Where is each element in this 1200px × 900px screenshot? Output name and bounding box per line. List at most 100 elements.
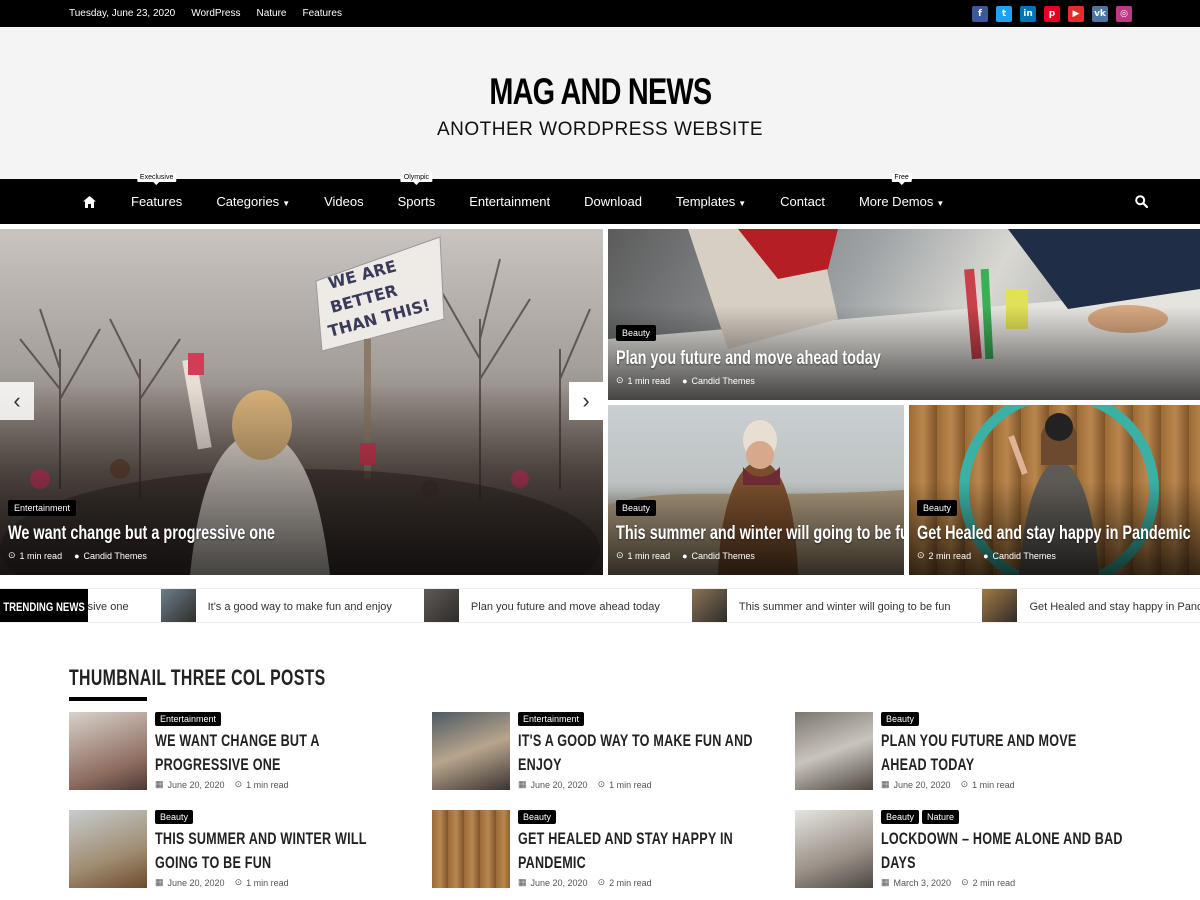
nav-item-label: Categories [216,194,280,209]
author-name[interactable]: Candid Themes [692,376,755,386]
nav-item-contact[interactable]: Contact [780,194,825,209]
category-tag[interactable]: Beauty [616,325,657,341]
pinterest-icon[interactable]: p [1044,6,1060,22]
post-thumbnail[interactable] [432,712,510,790]
twitter-icon[interactable]: t [996,6,1012,22]
nav-item-label: Features [131,194,183,209]
post-thumbnail[interactable] [432,810,510,888]
hero-slide-main[interactable]: WE ARE BETTER THAN THIS! Entertainment W… [0,229,603,575]
nav-item-features[interactable]: Features Execlusive [131,173,183,209]
post-thumbnail[interactable] [69,712,147,790]
top-link-nature[interactable]: Nature [256,8,286,19]
card-title[interactable]: Get Healed and stay happy in Pandemic [917,523,1191,545]
post-item: Entertainment WE WANT CHANGE BUT A PROGRE… [69,712,409,790]
section-underline [69,697,147,701]
post-item: Entertainment IT'S A GOOD WAY TO MAKE FUN… [432,712,772,790]
calendar-icon: ▦ [155,779,164,789]
home-icon[interactable] [83,195,97,208]
ticker-item[interactable]: It's a good way to make fun and enjoy [160,589,424,622]
chevron-right-icon: › [582,388,590,413]
ticker-thumbnail[interactable] [423,589,459,622]
post-title[interactable]: LOCKDOWN – HOME ALONE AND BAD DAYS [881,827,1125,875]
user-icon: ● [983,550,989,561]
hero-card-bottom-right[interactable]: Beauty Get Healed and stay happy in Pand… [909,405,1200,575]
category-tag[interactable]: Beauty [881,810,920,824]
site-title[interactable]: MAG AND NEWS [489,71,712,113]
user-icon: ● [682,375,688,386]
ticker-item-title: Get Healed and stay happy in Pandemic [1029,600,1200,613]
category-tag[interactable]: Beauty [616,500,657,516]
author-name[interactable]: Candid Themes [993,551,1056,561]
post-thumbnail[interactable] [69,810,147,888]
nav-badge: Free [891,173,912,185]
trending-news-label: TRENDING NEWS [0,589,88,622]
calendar-icon: ▦ [881,877,890,887]
category-tag[interactable]: Beauty [518,810,557,824]
slider-next-button[interactable]: › [569,382,603,420]
post-title[interactable]: GET HEALED AND STAY HAPPY IN PANDEMIC [518,827,762,875]
caret-down-icon: ▼ [738,199,747,208]
linkedin-icon[interactable]: in [1020,6,1036,22]
nav-item-entertainment[interactable]: Entertainment [469,194,550,209]
nav-item-templates[interactable]: Templates ▼ [676,194,746,209]
search-icon[interactable] [1135,195,1149,213]
top-link-wordpress[interactable]: WordPress [191,8,240,19]
nav-badge: Execlusive [136,173,177,185]
nav-item-label: More Demos [858,194,934,209]
post-thumbnail[interactable] [795,712,873,790]
clock-icon: ⊙ [234,779,243,789]
category-tag[interactable]: Beauty [881,712,920,726]
nav-item-sports[interactable]: Sports Olympic [397,173,436,209]
slide-title[interactable]: We want change but a progressive one [8,523,454,545]
category-tag[interactable]: Entertainment [155,712,222,726]
clock-icon: ⊙ [8,550,16,560]
read-time: 2 min read [928,550,972,561]
hero-grid: WE ARE BETTER THAN THIS! Entertainment W… [0,229,1200,575]
facebook-icon[interactable]: f [972,6,988,22]
category-tag[interactable]: Entertainment [518,712,585,726]
instagram-icon[interactable]: ◎ [1116,6,1132,22]
top-link-features[interactable]: Features [302,8,341,19]
ticker-item[interactable]: Get Healed and stay happy in Pandemic [982,589,1200,622]
ticker-item[interactable]: This summer and winter will going to be … [691,589,983,622]
category-tag[interactable]: Entertainment [8,500,77,516]
category-tag[interactable]: Beauty [917,500,958,516]
card-title[interactable]: Plan you future and move ahead today [616,348,1054,370]
clock-icon: ⊙ [960,779,969,789]
youtube-icon[interactable]: ▶ [1068,6,1084,22]
calendar-icon: ▦ [518,877,527,887]
author-name[interactable]: Candid Themes [692,551,755,561]
post-date: June 20, 2020 [530,877,588,888]
nav-item-categories[interactable]: Categories ▼ [216,194,290,209]
ticker-item[interactable]: Plan you future and move ahead today [423,589,692,622]
ticker-thumbnail[interactable] [691,589,727,622]
ticker-thumbnail[interactable] [982,589,1018,622]
nav-item-label: Sports [397,194,436,209]
category-tag[interactable]: Beauty [155,810,194,824]
ticker-item-title: It's a good way to make fun and enjoy [207,600,392,613]
post-thumbnail[interactable] [795,810,873,888]
clock-icon: ⊙ [616,550,624,560]
vk-icon[interactable]: vk [1092,6,1108,22]
hero-card-bottom-left[interactable]: Beauty This summer and winter will going… [608,405,904,575]
author-name[interactable]: Candid Themes [84,551,147,561]
nav-item-videos[interactable]: Videos [324,194,364,209]
nav-item-more-demos[interactable]: More Demos ▼ Free [858,173,944,209]
ticker-thumbnail[interactable] [160,589,196,622]
post-item: Beauty GET HEALED AND STAY HAPPY IN PANDE… [432,810,772,888]
clock-icon: ⊙ [961,877,969,887]
calendar-icon: ▦ [518,779,527,789]
category-tag[interactable]: Nature [922,810,960,824]
read-time: 1 min read [246,779,289,790]
read-time: 1 min read [19,550,63,561]
post-title[interactable]: PLAN YOU FUTURE AND MOVE AHEAD TODAY [881,729,1125,777]
slider-prev-button[interactable]: ‹ [0,382,34,420]
chevron-left-icon: ‹ [13,388,21,413]
post-title[interactable]: THIS SUMMER AND WINTER WILL GOING TO BE … [155,827,399,875]
caret-down-icon: ▼ [282,199,291,208]
post-title[interactable]: IT'S A GOOD WAY TO MAKE FUN AND ENJOY [518,729,762,777]
post-title[interactable]: WE WANT CHANGE BUT A PROGRESSIVE ONE [155,729,399,777]
card-title[interactable]: This summer and winter will going to be … [616,523,904,545]
hero-card-top-right[interactable]: Beauty Plan you future and move ahead to… [608,229,1200,400]
nav-item-download[interactable]: Download [584,194,642,209]
